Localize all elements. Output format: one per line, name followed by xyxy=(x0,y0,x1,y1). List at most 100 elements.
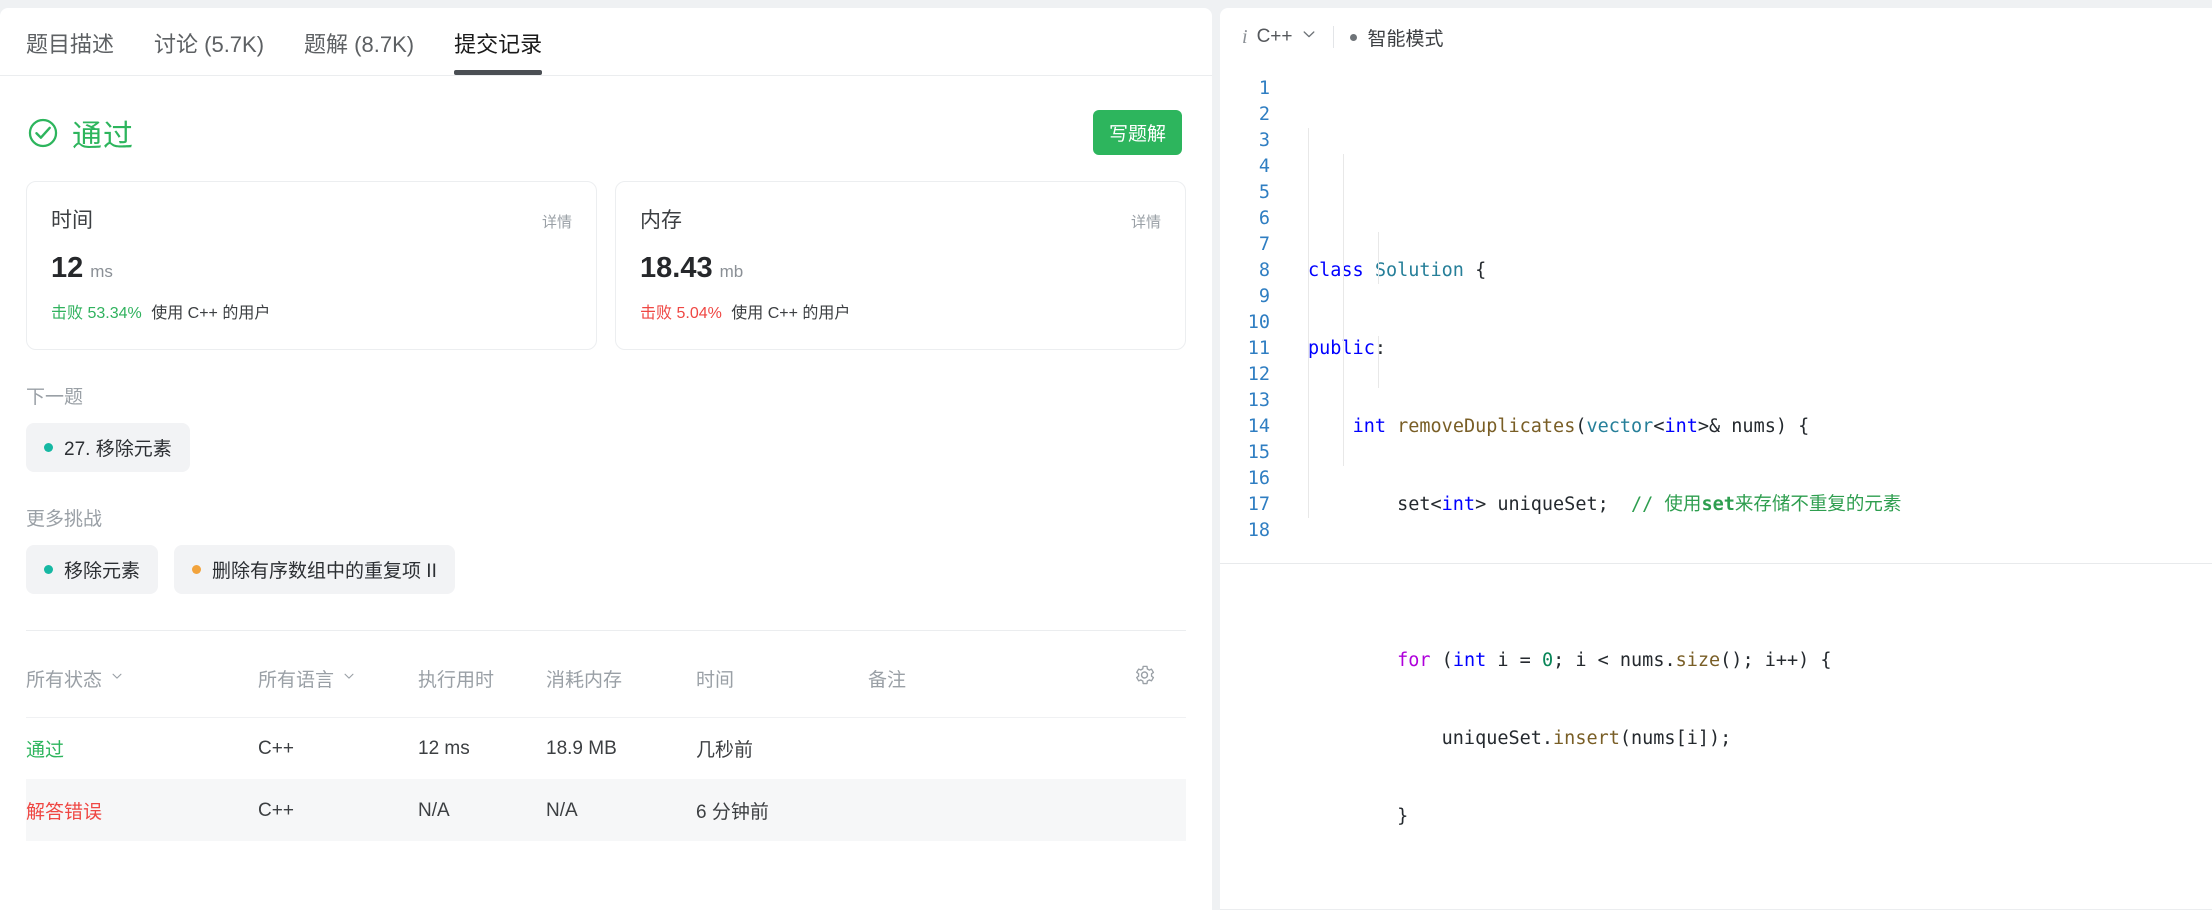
indent-guide xyxy=(1378,336,1379,388)
section-divider xyxy=(26,630,1186,631)
status-filter-label: 所有状态 xyxy=(26,669,103,691)
tab-submissions[interactable]: 提交记录 xyxy=(454,27,543,75)
line-number: 7 xyxy=(1258,234,1270,255)
next-problem-label: 下一题 xyxy=(26,387,84,408)
memory-card-title: 内存 xyxy=(640,209,682,232)
language-filter[interactable]: 所有语言 xyxy=(258,665,356,692)
left-content: 通过 写题解 时间 详情 12 ms 击败 53.34% 使用 C++ 的用户 … xyxy=(0,110,1212,841)
row-language: C++ xyxy=(258,799,294,821)
memory-value-row: 18.43 mb xyxy=(640,252,1161,285)
line-number: 12 xyxy=(1247,364,1270,385)
runtime-beat-suffix: 使用 C++ 的用户 xyxy=(151,305,271,322)
editor-bottom-divider xyxy=(1220,563,2212,564)
row-status: 通过 xyxy=(26,740,65,761)
line-number: 3 xyxy=(1258,130,1270,151)
header-time: 时间 xyxy=(696,669,735,691)
code-editor-panel: i C++ 智能模式 1 2 3 4 5 6 7 8 9 10 11 12 13… xyxy=(1220,8,2212,910)
smart-mode-label: 智能模式 xyxy=(1367,28,1444,50)
editor-body[interactable]: 1 2 3 4 5 6 7 8 9 10 11 12 13 14 15 16 1… xyxy=(1220,66,2212,910)
row-runtime: N/A xyxy=(418,799,450,821)
mode-dot-icon xyxy=(1350,33,1358,41)
left-panel: 题目描述 讨论 (5.7K) 题解 (8.7K) 提交记录 通过 写题解 时间 … xyxy=(0,8,1212,910)
next-problem-chips: 27. 移除元素 xyxy=(26,423,1186,472)
language-label: C++ xyxy=(1256,26,1293,47)
memory-beat-percent: 5.04% xyxy=(676,305,722,322)
result-status: 通过 xyxy=(26,111,134,155)
header-status: 所有状态 xyxy=(26,665,258,692)
runtime-card-title: 时间 xyxy=(51,209,93,232)
table-header-row: 所有状态 所有语言 执行用时 消耗内存 时间 备注 xyxy=(26,639,1186,717)
line-number: 16 xyxy=(1247,468,1270,489)
runtime-detail-link[interactable]: 详情 xyxy=(542,211,572,232)
difficulty-dot-icon xyxy=(44,565,53,574)
difficulty-dot-icon xyxy=(192,565,202,574)
tab-bar: 题目描述 讨论 (5.7K) 题解 (8.7K) 提交记录 xyxy=(0,8,1212,76)
next-problem-chip[interactable]: 27. 移除元素 xyxy=(26,423,190,472)
memory-beat-suffix: 使用 C++ 的用户 xyxy=(731,305,851,322)
challenge-chip-2[interactable]: 删除有序数组中的重复项 II xyxy=(174,545,455,594)
code-text[interactable]: class Solution { public: int removeDupli… xyxy=(1286,76,2212,910)
more-challenges-chips: 移除元素 删除有序数组中的重复项 II xyxy=(26,545,1186,594)
code-line-4: set<int> uniqueSet; // 使用set来存储不重复的元素 xyxy=(1308,494,1902,515)
table-row[interactable]: 解答错误 C++ N/A N/A 6 分钟前 xyxy=(26,779,1186,841)
row-memory: N/A xyxy=(546,799,578,821)
status-filter[interactable]: 所有状态 xyxy=(26,665,124,692)
difficulty-dot-icon xyxy=(44,443,53,452)
line-number: 17 xyxy=(1247,494,1270,515)
row-runtime: 12 ms xyxy=(418,737,470,759)
line-number: 9 xyxy=(1258,286,1270,307)
code-line-2: public: xyxy=(1308,338,1386,359)
line-number: 11 xyxy=(1247,338,1270,359)
runtime-card: 时间 详情 12 ms 击败 53.34% 使用 C++ 的用户 xyxy=(26,181,597,350)
chip-label: 删除有序数组中的重复项 II xyxy=(212,561,437,582)
memory-unit: mb xyxy=(719,262,744,281)
write-solution-button[interactable]: 写题解 xyxy=(1092,110,1182,155)
line-number: 10 xyxy=(1247,312,1270,333)
row-memory: 18.9 MB xyxy=(546,737,617,759)
smart-mode-toggle[interactable]: 智能模式 xyxy=(1350,24,1444,51)
runtime-card-header: 时间 详情 xyxy=(51,204,572,234)
memory-value: 18.43 xyxy=(640,252,713,284)
indent-guide xyxy=(1378,232,1379,284)
runtime-beat: 击败 53.34% 使用 C++ 的用户 xyxy=(51,299,572,323)
line-number: 4 xyxy=(1258,156,1270,177)
code-line-7: uniqueSet.insert(nums[i]); xyxy=(1308,728,1732,749)
stat-cards: 时间 详情 12 ms 击败 53.34% 使用 C++ 的用户 内存 详情 1… xyxy=(26,181,1186,350)
status-label: 通过 xyxy=(72,119,134,153)
tab-description[interactable]: 题目描述 xyxy=(26,27,114,75)
tab-discussion[interactable]: 讨论 (5.7K) xyxy=(154,27,264,75)
leetcode-submission-page: 题目描述 讨论 (5.7K) 题解 (8.7K) 提交记录 通过 写题解 时间 … xyxy=(0,0,2212,910)
memory-beat: 击败 5.04% 使用 C++ 的用户 xyxy=(640,299,1161,323)
chevron-down-icon xyxy=(110,667,124,689)
chip-label: 移除元素 xyxy=(64,561,141,582)
header-runtime: 执行用时 xyxy=(418,669,495,691)
indent-guide xyxy=(1343,154,1344,466)
tab-label: 题目描述 xyxy=(26,32,115,57)
line-number: 5 xyxy=(1258,182,1270,203)
indent-guide xyxy=(1308,128,1309,518)
tab-label: 讨论 (5.7K) xyxy=(154,32,265,57)
gear-icon[interactable] xyxy=(1133,664,1156,693)
table-row[interactable]: 通过 C++ 12 ms 18.9 MB 几秒前 xyxy=(26,717,1186,779)
code-line-3: int removeDuplicates(vector<int>& nums) … xyxy=(1352,416,1810,437)
challenge-chip-1[interactable]: 移除元素 xyxy=(26,545,159,594)
memory-card: 内存 详情 18.43 mb 击败 5.04% 使用 C++ 的用户 xyxy=(615,181,1186,350)
language-filter-label: 所有语言 xyxy=(258,669,335,691)
runtime-beat-prefix: 击败 xyxy=(51,305,84,322)
language-selector[interactable]: i C++ xyxy=(1242,26,1317,49)
line-number: 18 xyxy=(1247,520,1270,541)
code-line-8: } xyxy=(1308,806,1409,827)
code-line-6: for (int i = 0; i < nums.size(); i++) { xyxy=(1397,650,1832,671)
header-language: 所有语言 xyxy=(258,665,418,692)
row-time: 几秒前 xyxy=(696,740,754,761)
row-status: 解答错误 xyxy=(26,802,103,823)
line-number: 8 xyxy=(1258,260,1270,281)
tab-label: 题解 (8.7K) xyxy=(304,32,415,57)
code-line-1: class Solution { xyxy=(1308,260,1487,281)
tab-solutions[interactable]: 题解 (8.7K) xyxy=(304,27,414,75)
memory-detail-link[interactable]: 详情 xyxy=(1131,211,1161,232)
info-italic-icon: i xyxy=(1242,25,1248,48)
line-number: 14 xyxy=(1247,416,1270,437)
